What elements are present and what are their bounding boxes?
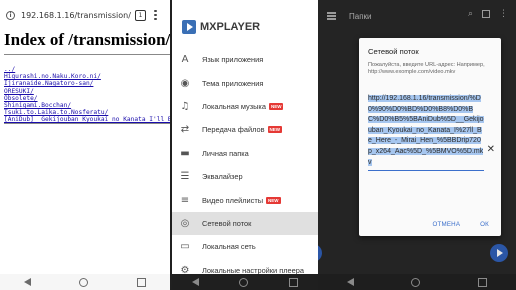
menu-item-label: Локальная музыка: [202, 101, 266, 111]
home-icon[interactable]: [411, 277, 421, 287]
new-badge: NEW: [267, 126, 283, 134]
palette-icon: ◉: [180, 77, 190, 89]
translate-icon: A: [181, 54, 189, 66]
back-icon[interactable]: [24, 278, 32, 286]
music-folder-icon: ♫: [180, 100, 190, 112]
mxplayer-logo: MXPLAYER: [182, 20, 260, 34]
file-link[interactable]: Obsolete/: [4, 95, 170, 102]
private-folder-icon: ▬: [180, 147, 190, 159]
local-network-icon: ▭: [180, 241, 190, 253]
more-options-icon[interactable]: [154, 9, 157, 21]
browser-panel: i 192.168.1.16/transmission/An 1 Index o…: [0, 0, 170, 290]
mxplayer-drawer-panel: MXPLAYER A Язык приложения ◉ Тема прилож…: [172, 0, 318, 290]
new-badge: NEW: [268, 102, 284, 110]
recents-icon[interactable]: [478, 277, 488, 287]
ok-button[interactable]: ОК: [480, 221, 489, 228]
menu-item-file-transfer[interactable]: ⇄ Передача файлов NEW: [172, 118, 318, 141]
file-transfer-icon: ⇄: [180, 124, 190, 136]
info-icon[interactable]: i: [6, 10, 15, 20]
file-link[interactable]: ../: [4, 66, 170, 73]
dialog-hint: Пожалуйста, введите URL-адрес: Например,…: [368, 62, 485, 76]
drawer-menu: A Язык приложения ◉ Тема приложения ♫ Ло…: [172, 48, 318, 282]
file-link[interactable]: Higurashi.no.Naku.Koro.ni/: [4, 73, 170, 80]
playlist-icon: ≡: [180, 194, 190, 206]
screen-title: Папки: [349, 11, 372, 21]
file-link[interactable]: ORESUKI/: [4, 88, 170, 95]
menu-item-local-network[interactable]: ▭ Локальная сеть: [172, 235, 318, 258]
view-mode-icon[interactable]: [482, 10, 490, 18]
back-icon[interactable]: [346, 278, 354, 286]
clear-icon[interactable]: ✕: [487, 144, 495, 155]
url-input-value[interactable]: http://192.168.1.16/transmission/%D0%90%…: [368, 95, 484, 166]
equalizer-icon: ☰: [180, 171, 190, 183]
divider: [4, 123, 170, 124]
menu-item-local-music[interactable]: ♫ Локальная музыка NEW: [172, 95, 318, 118]
menu-item-label: Эквалайзер: [202, 172, 243, 182]
play-logo-icon: [182, 20, 196, 34]
menu-item-video-playlists[interactable]: ≡ Видео плейлисты NEW: [172, 188, 318, 211]
dialog-title: Сетевой поток: [368, 47, 419, 56]
search-icon[interactable]: ⌕: [468, 9, 473, 19]
menu-item-equalizer[interactable]: ☰ Эквалайзер: [172, 165, 318, 188]
menu-item-label: Видео плейлисты: [202, 195, 264, 205]
url-text[interactable]: 192.168.1.16/transmission/An: [21, 11, 131, 20]
toolbar-actions: ⌕ ⋮: [468, 9, 508, 19]
url-input[interactable]: http://192.168.1.16/transmission/%D0%90%…: [368, 94, 484, 172]
menu-item-label: Личная папка: [202, 148, 249, 158]
dialog-actions: ОТМЕНА ОК: [433, 221, 490, 228]
file-list: ../ Higurashi.no.Naku.Koro.ni/ Ijiranaid…: [4, 66, 170, 124]
tab-count-button[interactable]: 1: [135, 9, 146, 21]
network-stream-icon: ◎: [180, 217, 190, 229]
divider: [4, 54, 170, 55]
more-options-icon[interactable]: ⋮: [499, 9, 508, 19]
menu-item-label: Передача файлов: [202, 125, 265, 135]
menu-item-label: Тема приложения: [202, 78, 264, 88]
address-bar[interactable]: i 192.168.1.16/transmission/An 1: [0, 6, 170, 24]
menu-item-app-language[interactable]: A Язык приложения: [172, 48, 318, 71]
file-link[interactable]: Tsuki.to.Laika.to.Nosferatu/: [4, 109, 170, 116]
navigation-drawer: MXPLAYER A Язык приложения ◉ Тема прилож…: [172, 0, 318, 276]
home-icon[interactable]: [79, 277, 89, 287]
menu-item-label: Сетевой поток: [202, 218, 252, 228]
file-link[interactable]: Ijiranaide.Nagatoro-san/: [4, 80, 170, 87]
menu-item-label: Язык приложения: [202, 55, 264, 65]
page-heading: Index of /transmission/Anime/: [4, 30, 170, 49]
cancel-button[interactable]: ОТМЕНА: [433, 221, 461, 228]
home-icon[interactable]: [239, 277, 249, 287]
system-nav-bar: [0, 274, 170, 290]
system-nav-bar: [172, 274, 318, 290]
menu-icon[interactable]: [327, 12, 336, 20]
menu-item-network-stream[interactable]: ◎ Сетевой поток: [172, 211, 318, 236]
back-icon[interactable]: [192, 278, 200, 286]
network-stream-panel: Папки ⌕ ⋮ Сетевой поток Пожалуйста, введ…: [318, 0, 516, 290]
menu-item-app-theme[interactable]: ◉ Тема приложения: [172, 71, 318, 94]
new-badge: NEW: [266, 196, 281, 204]
recents-icon[interactable]: [288, 277, 298, 287]
folders-toolbar: Папки ⌕ ⋮: [318, 0, 516, 32]
file-link[interactable]: Shinigami.Bocchan/: [4, 102, 170, 109]
menu-item-private-folder[interactable]: ▬ Личная папка: [172, 142, 318, 165]
system-nav-bar: [318, 274, 516, 290]
logo-text: MXPLAYER: [200, 21, 261, 33]
input-underline: [368, 170, 484, 172]
play-fab-icon[interactable]: [490, 244, 508, 262]
menu-item-label: Локальная сеть: [202, 242, 256, 252]
recents-icon[interactable]: [136, 277, 146, 287]
network-stream-dialog: Сетевой поток Пожалуйста, введите URL-ад…: [359, 38, 501, 236]
